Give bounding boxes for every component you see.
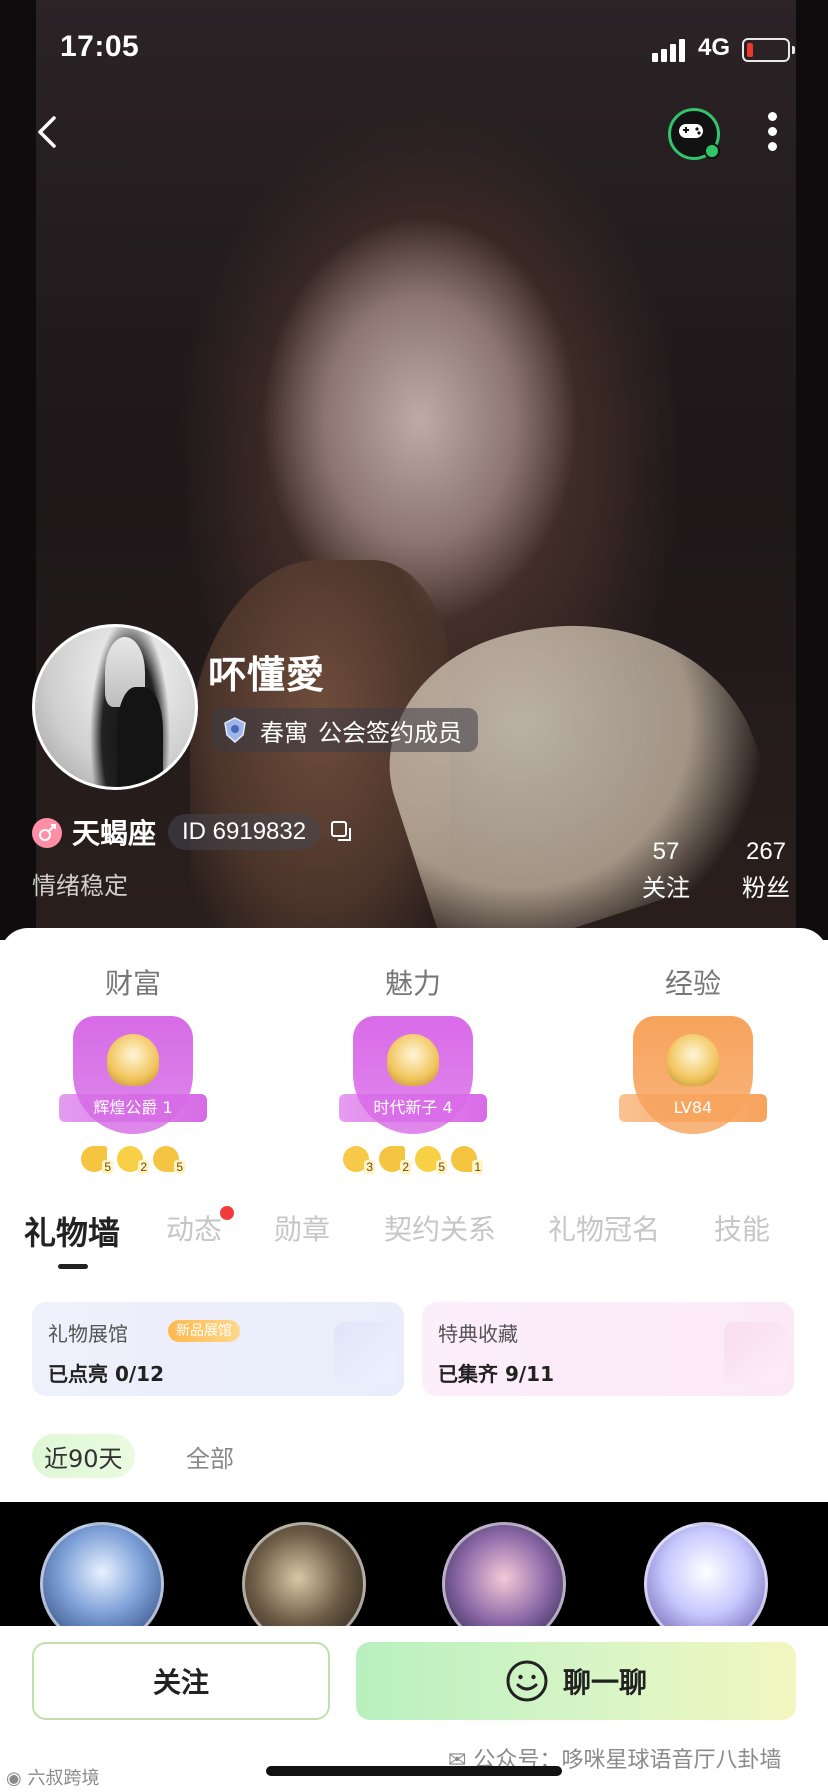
level-title: 财富 [104,967,161,1000]
guild-name: 春寓 [260,718,308,747]
weibo-icon: ◉ [6,1768,22,1789]
filter-recent-90-days[interactable]: 近90天 [32,1434,135,1478]
gift-gallery-status: 已点亮 0/12 [48,1362,165,1386]
guild-badge[interactable]: 春寓 公会签约成员 [212,708,478,752]
tab-gift-wall[interactable]: 礼物墙 [24,1208,120,1254]
tab-gift-naming[interactable]: 礼物冠名 [548,1208,660,1248]
status-bar: 17:05 4G [0,0,828,100]
online-status-dot [704,143,720,159]
special-collection-title: 特典收藏 [438,1322,518,1346]
nickname: 吥懂愛 [208,653,326,697]
level-title: 经验 [664,967,721,1000]
tab-skills[interactable]: 技能 [714,1208,770,1248]
medal-count: 5 [102,1160,113,1174]
level-badge-label: 辉煌公爵 1 [59,1094,207,1122]
fans-label: 粉丝 [742,874,790,902]
crown-emblem-icon [107,1034,159,1086]
fans-stat[interactable]: 267 粉丝 [726,838,806,903]
level-badge-icon: 辉煌公爵 1 [59,1016,207,1134]
battery-icon [742,38,795,62]
star-icon: 2 [117,1146,149,1174]
level-column[interactable]: 经验 LV84 [608,962,778,1176]
tab-medals[interactable]: 勋章 [274,1208,330,1248]
copy-id-button[interactable] [330,820,354,844]
heart-icon: 5 [153,1146,185,1174]
fans-count: 267 [745,838,787,865]
level-column[interactable]: 魅力时代新子 4 3 2 5 1 [328,962,498,1176]
user-signature: 情绪稳定 [32,872,128,900]
medal-count: 5 [436,1160,447,1174]
status-time: 17:05 [60,30,140,63]
photo-frame-right [796,0,828,940]
more-options-button[interactable] [760,108,784,158]
medal-count: 5 [174,1160,185,1174]
zodiac-label: 天蝎座 [72,817,157,850]
medal-row [608,1146,778,1176]
game-button[interactable] [668,108,720,160]
more-dot-icon [767,112,777,121]
gift-gallery-card[interactable]: 礼物展馆 新品展馆 已点亮 0/12 [32,1302,404,1396]
signal-icon [652,38,692,62]
active-tab-indicator [58,1264,88,1269]
level-badge-label: LV84 [619,1094,767,1122]
chat-label: 聊一聊 [562,1666,647,1699]
medal-count: 2 [138,1160,149,1174]
sun-icon: 3 [343,1146,375,1174]
tab-moments[interactable]: 动态 [166,1208,222,1248]
guild-role: 公会签约成员 [318,718,462,747]
medal-count: 1 [472,1160,483,1174]
level-badge-icon: LV84 [619,1016,767,1134]
gift-item[interactable] [644,1522,768,1626]
back-button[interactable] [30,110,70,154]
gift-item[interactable] [40,1522,164,1626]
gift-item[interactable] [442,1522,566,1626]
level-badge-icon: 时代新子 4 [339,1016,487,1134]
guild-crest-icon [224,717,246,743]
new-moments-dot [220,1206,234,1220]
heart-icon: 1 [451,1146,483,1174]
crown-emblem-icon [387,1034,439,1086]
gift-item[interactable] [242,1522,366,1626]
medal-row: 5 2 5 [48,1146,218,1176]
filter-all[interactable]: 全部 [174,1434,246,1478]
crown-emblem-icon [667,1034,719,1086]
level-title: 魅力 [384,967,441,1000]
follow-button[interactable]: 关注 [32,1642,330,1720]
medal-row: 3 2 5 1 [328,1146,498,1176]
gift-list [0,1502,828,1626]
user-id: ID 6919832 [168,814,321,850]
weibo-watermark: ◉ 六叔跨境 [6,1764,99,1790]
weibo-watermark-text: 六叔跨境 [27,1768,100,1789]
chat-button[interactable]: 聊一聊 [356,1642,796,1720]
star-icon: 5 [415,1146,447,1174]
following-label: 关注 [642,874,690,902]
avatar[interactable] [32,624,198,790]
tab-contracts[interactable]: 契约关系 [384,1208,496,1248]
gem-icon [724,1322,786,1384]
avatar-figure-shape [117,687,163,787]
special-collection-status: 已集齐 9/11 [438,1362,555,1386]
moon-icon: 2 [379,1146,411,1174]
more-dot-icon [767,142,777,151]
zodiac-icon [32,818,62,848]
level-column[interactable]: 财富辉煌公爵 1 5 2 5 [48,962,218,1176]
medal-count: 2 [400,1160,411,1174]
medal-count: 3 [364,1160,375,1174]
special-collection-card[interactable]: 特典收藏 已集齐 9/11 [422,1302,794,1396]
more-dot-icon [767,127,777,136]
chevron-left-icon [38,116,56,148]
gift-gallery-tag: 新品展馆 [168,1320,240,1342]
moon-icon: 5 [81,1146,113,1174]
copy-icon [331,821,351,841]
profile-tabs: 礼物墙 动态 勋章 契约关系 礼物冠名 技能 [0,1208,828,1278]
home-indicator [266,1766,562,1776]
gift-box-icon [334,1322,396,1384]
following-stat[interactable]: 57 关注 [626,838,706,903]
level-badge-label: 时代新子 4 [339,1094,487,1122]
smile-icon [506,1660,548,1702]
following-count: 57 [652,838,680,865]
network-type: 4G [698,34,731,61]
gift-gallery-title: 礼物展馆 [48,1322,128,1346]
